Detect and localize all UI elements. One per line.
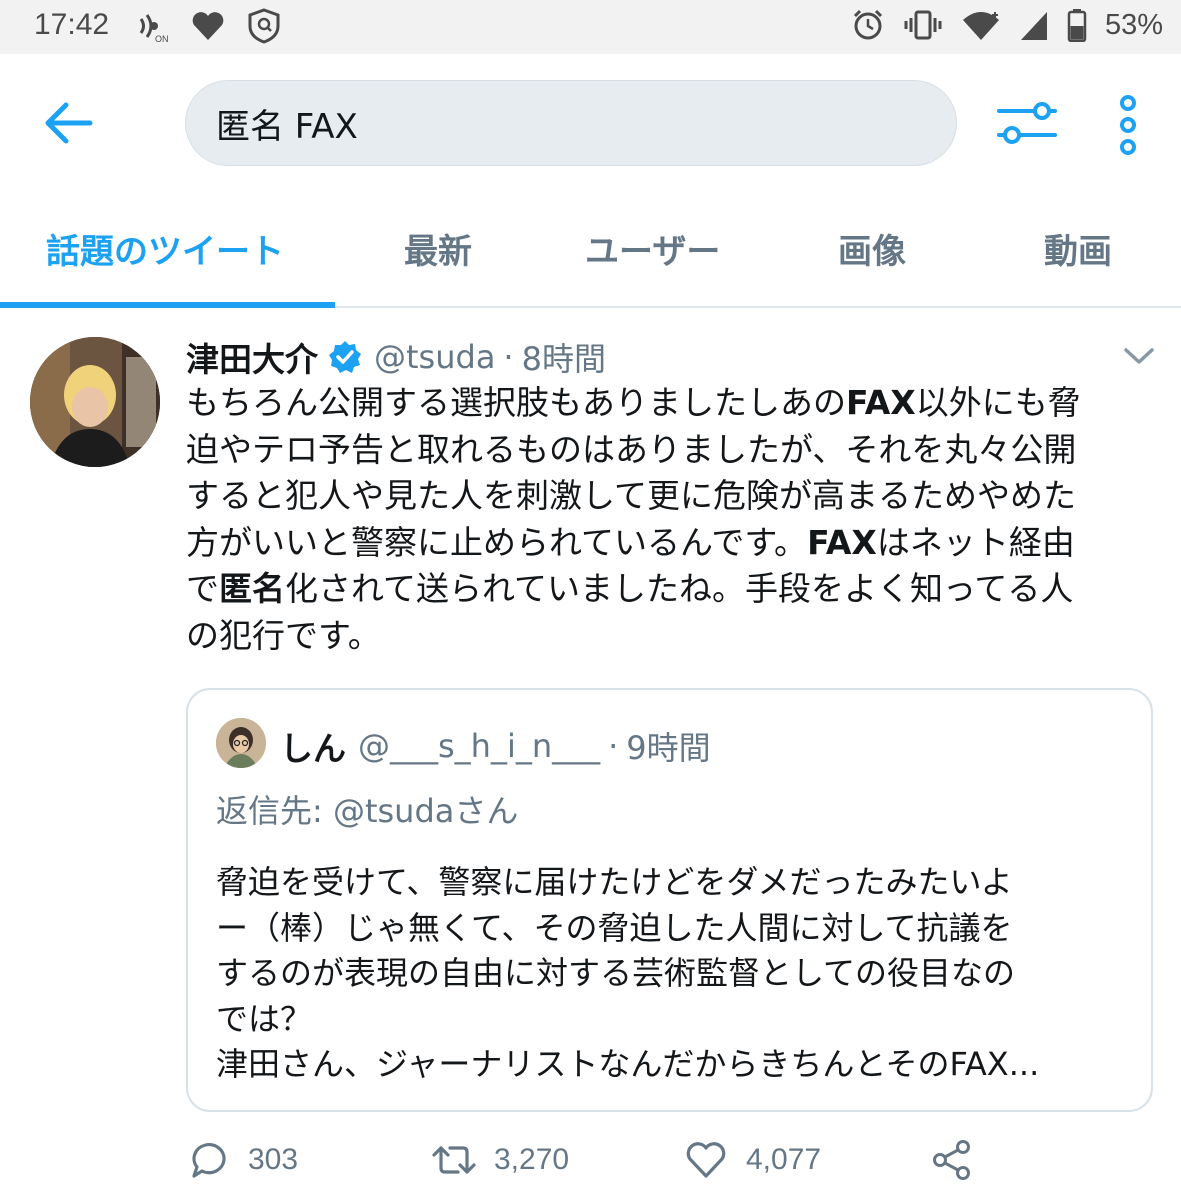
tweet-text: もちろん公開する選択肢もありましたしあのFAX以外にも脅 迫やテロ予告と取れるも… — [186, 380, 1146, 659]
quoted-avatar — [216, 718, 266, 768]
status-right-icons: 53% — [851, 8, 1163, 42]
more-options-button[interactable] — [1110, 94, 1146, 156]
quoted-line: 津田さん、ジャーナリストなんだからきちんとそのFAX... — [216, 1045, 1040, 1083]
tweet-header: 津田大介 @tsuda · 8時間 — [186, 333, 606, 381]
tweet-menu-button[interactable] — [1122, 343, 1156, 369]
verified-badge-icon — [329, 341, 361, 373]
search-input[interactable]: 匿名 FAX — [185, 80, 957, 166]
retweet-icon — [432, 1146, 476, 1174]
search-query-text: 匿名 FAX — [216, 106, 358, 147]
meta-separator: · — [608, 727, 619, 765]
quoted-tweet[interactable]: しん @___s_h_i_n___ · 9時間 返信先: @tsudaさん 脅迫… — [186, 688, 1153, 1112]
battery-icon — [1067, 9, 1087, 42]
reply-button[interactable]: 303 — [186, 1138, 298, 1182]
wifi-icon — [962, 12, 999, 40]
svg-text:ON: ON — [155, 34, 169, 43]
app-bar: 匿名 FAX — [0, 54, 1181, 194]
status-left-icons: ON — [135, 8, 281, 44]
avatar[interactable] — [30, 337, 160, 467]
search-filter-button[interactable] — [995, 96, 1059, 150]
tweet-actions: 303 3,270 4,077 — [186, 1138, 986, 1188]
battery-percent: 53% — [1104, 8, 1163, 41]
tab-images[interactable]: 画像 — [838, 224, 906, 273]
quoted-author-name: しん — [280, 729, 346, 768]
tweet-line: すると犯人や見た人を刺激して更に危険が高まるためやめた — [186, 476, 1077, 515]
reply-to-label: 返信先: @tsudaさん — [216, 792, 519, 830]
quoted-author-handle: @___s_h_i_n___ — [358, 727, 601, 765]
retweet-button[interactable]: 3,270 — [432, 1138, 569, 1182]
author-handle[interactable]: @tsuda — [374, 338, 495, 376]
highlight-term: FAX — [846, 383, 916, 422]
retweet-count: 3,270 — [494, 1143, 570, 1176]
tweet-line: で匿名化されて送られていましたね。手段をよく知ってる人 — [186, 569, 1074, 608]
status-time: 17:42 — [34, 8, 110, 41]
search-tabs: 話題のツイート 最新 ユーザー 画像 動画 — [0, 194, 1181, 308]
highlight-term: FAX — [807, 522, 877, 562]
back-button[interactable] — [40, 100, 96, 146]
alarm-icon — [853, 9, 883, 40]
share-icon — [933, 1140, 970, 1180]
tab-users[interactable]: ユーザー — [585, 224, 720, 273]
tab-latest[interactable]: 最新 — [404, 224, 472, 273]
quoted-tweet-text: 脅迫を受けて、警察に届けたけどをダメだったみたいよ ー（棒）じゃ無くて、その脅迫… — [216, 860, 1136, 1088]
status-bar: 17:42 ON 53% — [0, 0, 1181, 54]
like-count: 4,077 — [746, 1143, 822, 1176]
vibrate-icon — [904, 10, 942, 40]
more-vertical-icon — [1120, 95, 1136, 155]
quoted-tweet-header: しん @___s_h_i_n___ · 9時間 — [280, 722, 711, 770]
nfc-on-icon: ON — [139, 14, 169, 43]
heart-outline-icon — [686, 1142, 726, 1178]
meta-separator: · — [503, 338, 514, 376]
tweet-line: の犯行です。 — [186, 615, 381, 655]
tweet-timestamp[interactable]: 8時間 — [522, 334, 606, 380]
quoted-line: ー（棒）じゃ無くて、その脅迫した人間に対して抗議を — [216, 908, 1013, 947]
sliders-icon — [997, 102, 1057, 144]
tab-top-tweets[interactable]: 話題のツイート — [46, 224, 284, 273]
quoted-line: 脅迫を受けて、警察に届けたけどをダメだったみたいよ — [216, 863, 1013, 901]
author-name[interactable]: 津田大介 — [186, 333, 318, 381]
quoted-line: では？ — [216, 999, 313, 1038]
vpn-shield-icon — [248, 8, 280, 44]
like-button[interactable]: 4,077 — [684, 1138, 821, 1182]
quoted-timestamp: 9時間 — [626, 729, 711, 767]
arrow-left-icon — [45, 102, 93, 144]
reply-icon — [192, 1143, 226, 1178]
chevron-down-icon — [1124, 348, 1154, 364]
reply-count: 303 — [248, 1143, 299, 1176]
tweet-line: もちろん公開する選択肢もありましたしあのFAX以外にも脅 — [186, 383, 1081, 422]
quoted-line: するのが表現の自由に対する芸術監督としての役目なの — [216, 954, 1016, 992]
avatar-photo — [30, 337, 160, 467]
tab-videos[interactable]: 動画 — [1044, 224, 1112, 273]
highlight-term: 匿名 — [219, 569, 285, 608]
active-tab-indicator — [0, 302, 335, 308]
tweet-line: 迫やテロ予告と取れるものはありましたが、それを丸々公開 — [186, 429, 1077, 469]
quoted-avatar-photo — [216, 718, 266, 768]
heart-icon — [192, 12, 224, 41]
share-button[interactable] — [930, 1138, 974, 1182]
signal-icon — [1020, 12, 1047, 40]
tweet-line: 方がいいと警察に止められているんです。FAXはネット経由 — [186, 522, 1075, 562]
